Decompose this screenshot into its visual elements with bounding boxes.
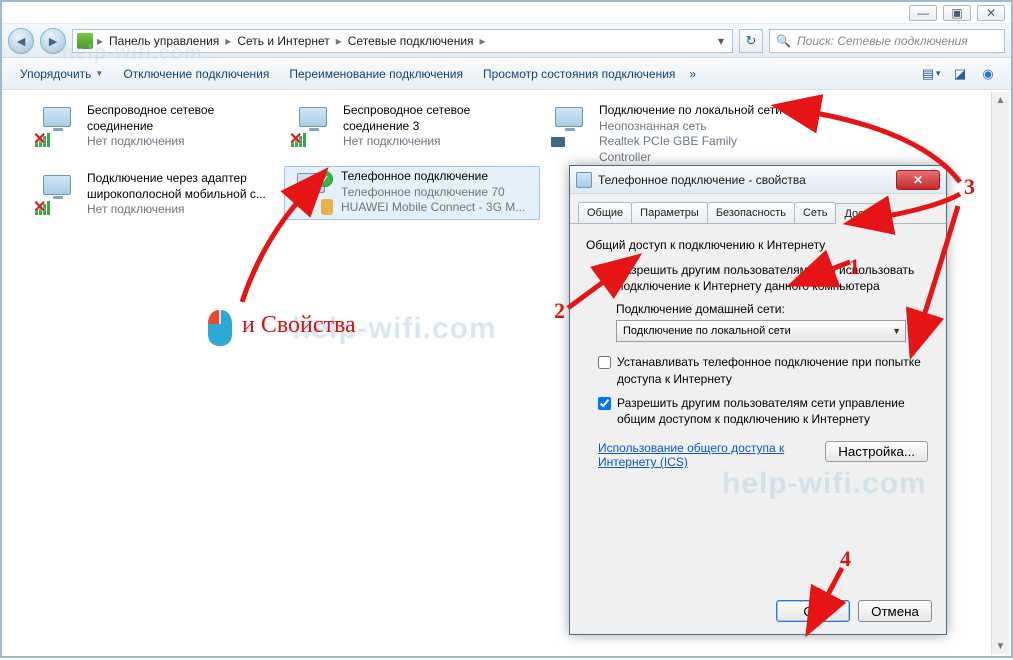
connection-status: Телефонное подключение 70 [341,185,525,201]
connection-item[interactable]: ✕ Подключение через адаптер широкополосн… [30,168,282,222]
dialog-icon [576,172,592,188]
allow-control-checkbox[interactable] [598,397,611,410]
tab-general[interactable]: Общие [578,202,632,223]
connected-check-icon: ✓ [317,171,333,187]
help-button[interactable]: ◉ [977,63,999,85]
connection-device: HUAWEI Mobile Connect - 3G M... [341,200,525,216]
disable-connection-button[interactable]: Отключение подключения [113,63,279,85]
search-placeholder: Поиск: Сетевые подключения [797,34,968,48]
tab-strip: Общие Параметры Безопасность Сеть Доступ [570,194,946,224]
close-button[interactable]: ✕ [977,5,1005,21]
ethernet-icon [551,137,565,147]
connection-icon: ✓ [287,169,335,217]
disabled-x-icon: ✕ [33,197,46,217]
allow-control-label: Разрешить другим пользователям сети упра… [617,395,930,427]
connection-item-phone[interactable]: ✓ Телефонное подключение Телефонное подк… [284,166,540,220]
settings-button[interactable]: Настройка... [825,441,928,462]
connection-name: Беспроводное сетевое соединение [87,103,279,134]
connection-item[interactable]: ✕ Беспроводное сетевое соединение 3 Нет … [286,100,538,154]
watermark: help-wifi.com [62,42,203,65]
chevron-down-icon[interactable]: ▾ [718,34,728,48]
ok-button[interactable]: OK [776,600,850,622]
group-title: Общий доступ к подключению к Интернету [586,238,930,252]
scroll-up-icon[interactable]: ▲ [993,92,1009,108]
disabled-x-icon: ✕ [289,129,302,149]
titlebar: — ▣ ✕ [2,2,1011,24]
tab-security[interactable]: Безопасность [707,202,795,223]
connection-status: Нет подключения [87,134,279,150]
connection-icon: ✕ [289,103,337,151]
dialog-close-button[interactable]: ✕ [896,170,940,190]
connection-item[interactable]: ✕ Беспроводное сетевое соединение Нет по… [30,100,282,154]
watermark: help-wifi.com [292,312,497,346]
connection-name: Подключение по локальной сети [599,103,791,119]
cancel-button[interactable]: Отмена [858,600,932,622]
connection-name: Телефонное подключение [341,169,525,185]
tab-sharing[interactable]: Доступ [835,203,889,224]
dialog-title: Телефонное подключение - свойства [598,173,890,187]
chevron-down-icon: ▼ [892,326,901,336]
connection-status: Нет подключения [343,134,535,150]
nav-back-button[interactable]: ◄ [8,28,34,54]
breadcrumb-seg[interactable]: Сеть и Интернет [235,34,331,48]
rename-connection-button[interactable]: Переименование подключения [279,63,473,85]
view-options-button[interactable]: ▤▼ [921,63,943,85]
search-input[interactable]: 🔍 Поиск: Сетевые подключения [769,29,1005,53]
connection-status: Нет подключения [87,202,279,218]
maximize-button[interactable]: ▣ [943,5,971,21]
watermark: help-wifi.com [722,467,927,501]
search-icon: 🔍 [776,34,791,48]
ics-help-link[interactable]: Использование общего доступа к Интернету… [598,441,798,469]
connection-name: Подключение через адаптер широкополосной… [87,171,279,202]
dial-on-demand-checkbox[interactable] [598,356,611,369]
home-network-combo[interactable]: Подключение по локальной сети ▼ [616,320,906,342]
toolbar-overflow[interactable]: » [685,67,700,81]
connection-device: Realtek PCIe GBE Family Controller [599,134,791,165]
organize-menu[interactable]: Упорядочить▼ [10,63,113,85]
dial-on-demand-label: Устанавливать телефонное подключение при… [617,354,930,386]
tab-network[interactable]: Сеть [794,202,836,223]
scroll-down-icon[interactable]: ▼ [993,638,1009,654]
minimize-button[interactable]: — [909,5,937,21]
vertical-scrollbar[interactable]: ▲ ▼ [991,92,1009,654]
home-network-label: Подключение домашней сети: [616,302,930,316]
connection-name: Беспроводное сетевое соединение 3 [343,103,535,134]
phone-icon [321,199,333,215]
refresh-button[interactable]: ↻ [739,29,763,53]
tab-options[interactable]: Параметры [631,202,708,223]
connection-icon: ✕ [33,103,81,151]
view-status-button[interactable]: Просмотр состояния подключения [473,63,685,85]
connection-item-lan[interactable]: Подключение по локальной сети Неопознанн… [542,100,794,168]
properties-dialog: Телефонное подключение - свойства ✕ Общи… [569,165,947,635]
disabled-x-icon: ✕ [33,129,46,149]
allow-sharing-label: Разрешить другим пользователям сети испо… [617,262,930,294]
connection-status: Неопознанная сеть [599,119,791,135]
connection-icon [545,103,593,151]
tab-content: Общий доступ к подключению к Интернету Р… [570,224,946,600]
dialog-titlebar[interactable]: Телефонное подключение - свойства ✕ [570,166,946,194]
breadcrumb-seg[interactable]: Сетевые подключения [346,34,476,48]
connection-icon: ✕ [33,171,81,219]
preview-pane-button[interactable]: ◪ [949,63,971,85]
combo-value: Подключение по локальной сети [623,325,791,337]
allow-sharing-checkbox[interactable] [598,264,611,277]
